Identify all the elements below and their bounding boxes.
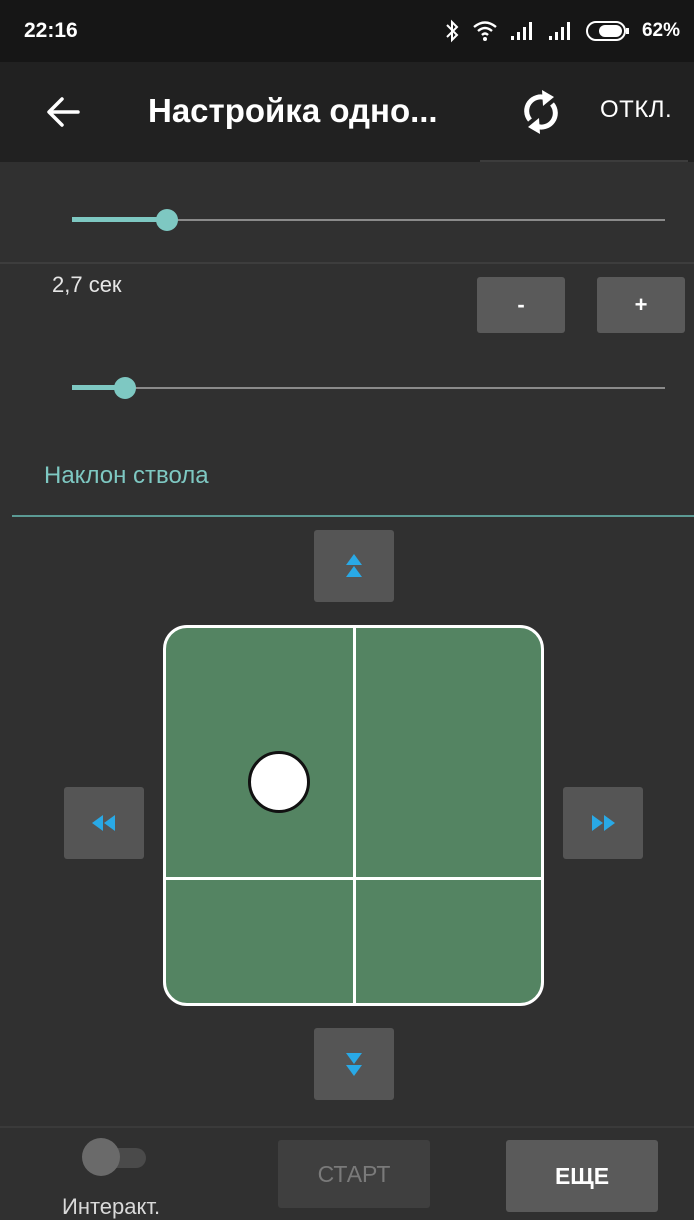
decrease-button[interactable]: - <box>477 277 565 333</box>
interactive-toggle-label: Интеракт. <box>62 1194 161 1219</box>
signal-icon <box>510 22 532 40</box>
section-underline <box>12 515 694 517</box>
back-arrow-icon[interactable] <box>42 90 86 134</box>
section-title-barrel-tilt: Наклон ствола <box>44 462 209 489</box>
pad-knob[interactable] <box>248 751 310 813</box>
aim-pad[interactable] <box>163 625 544 1006</box>
status-bar: 22:16 62% <box>0 0 694 62</box>
wifi-icon <box>473 21 497 41</box>
slider-fill <box>72 217 167 222</box>
chevron-double-left-icon <box>92 815 115 831</box>
pad-horizontal-line <box>166 877 541 880</box>
battery-icon <box>585 21 629 41</box>
status-time: 22:16 <box>24 19 78 42</box>
app-toolbar: Настройка одно... ОТКЛ. <box>0 62 694 162</box>
tilt-down-button[interactable] <box>314 1028 394 1100</box>
bluetooth-icon <box>446 19 459 43</box>
refresh-icon[interactable] <box>516 86 566 138</box>
pad-vertical-line <box>353 628 356 1003</box>
increase-button[interactable]: + <box>597 277 685 333</box>
battery-percent: 62% <box>641 20 680 41</box>
slider-track <box>72 387 665 389</box>
slider-thumb[interactable] <box>155 209 178 231</box>
toggle-thumb <box>82 1138 120 1176</box>
section-divider <box>0 262 694 264</box>
disconnect-button[interactable]: ОТКЛ. <box>600 96 672 124</box>
tilt-left-button[interactable] <box>64 787 144 859</box>
page-title: Настройка одно... <box>148 92 438 129</box>
more-button[interactable]: ЕЩЕ <box>506 1140 658 1212</box>
toolbar-divider <box>480 160 688 162</box>
chevron-double-down-icon <box>346 1053 362 1076</box>
duration-value: 2,7 сек <box>52 272 122 297</box>
start-button[interactable]: СТАРТ <box>278 1140 430 1208</box>
slider-thumb[interactable] <box>114 377 137 399</box>
duration-slider[interactable] <box>72 373 665 403</box>
tilt-right-button[interactable] <box>563 787 643 859</box>
chevron-double-up-icon <box>346 554 362 577</box>
interactive-toggle[interactable] <box>82 1136 148 1176</box>
status-icons: 62% <box>444 19 680 43</box>
tilt-up-button[interactable] <box>314 530 394 602</box>
chevron-double-right-icon <box>592 815 615 831</box>
power-slider[interactable] <box>72 205 665 235</box>
bottom-bar-divider <box>0 1126 694 1128</box>
signal-icon <box>548 22 570 40</box>
